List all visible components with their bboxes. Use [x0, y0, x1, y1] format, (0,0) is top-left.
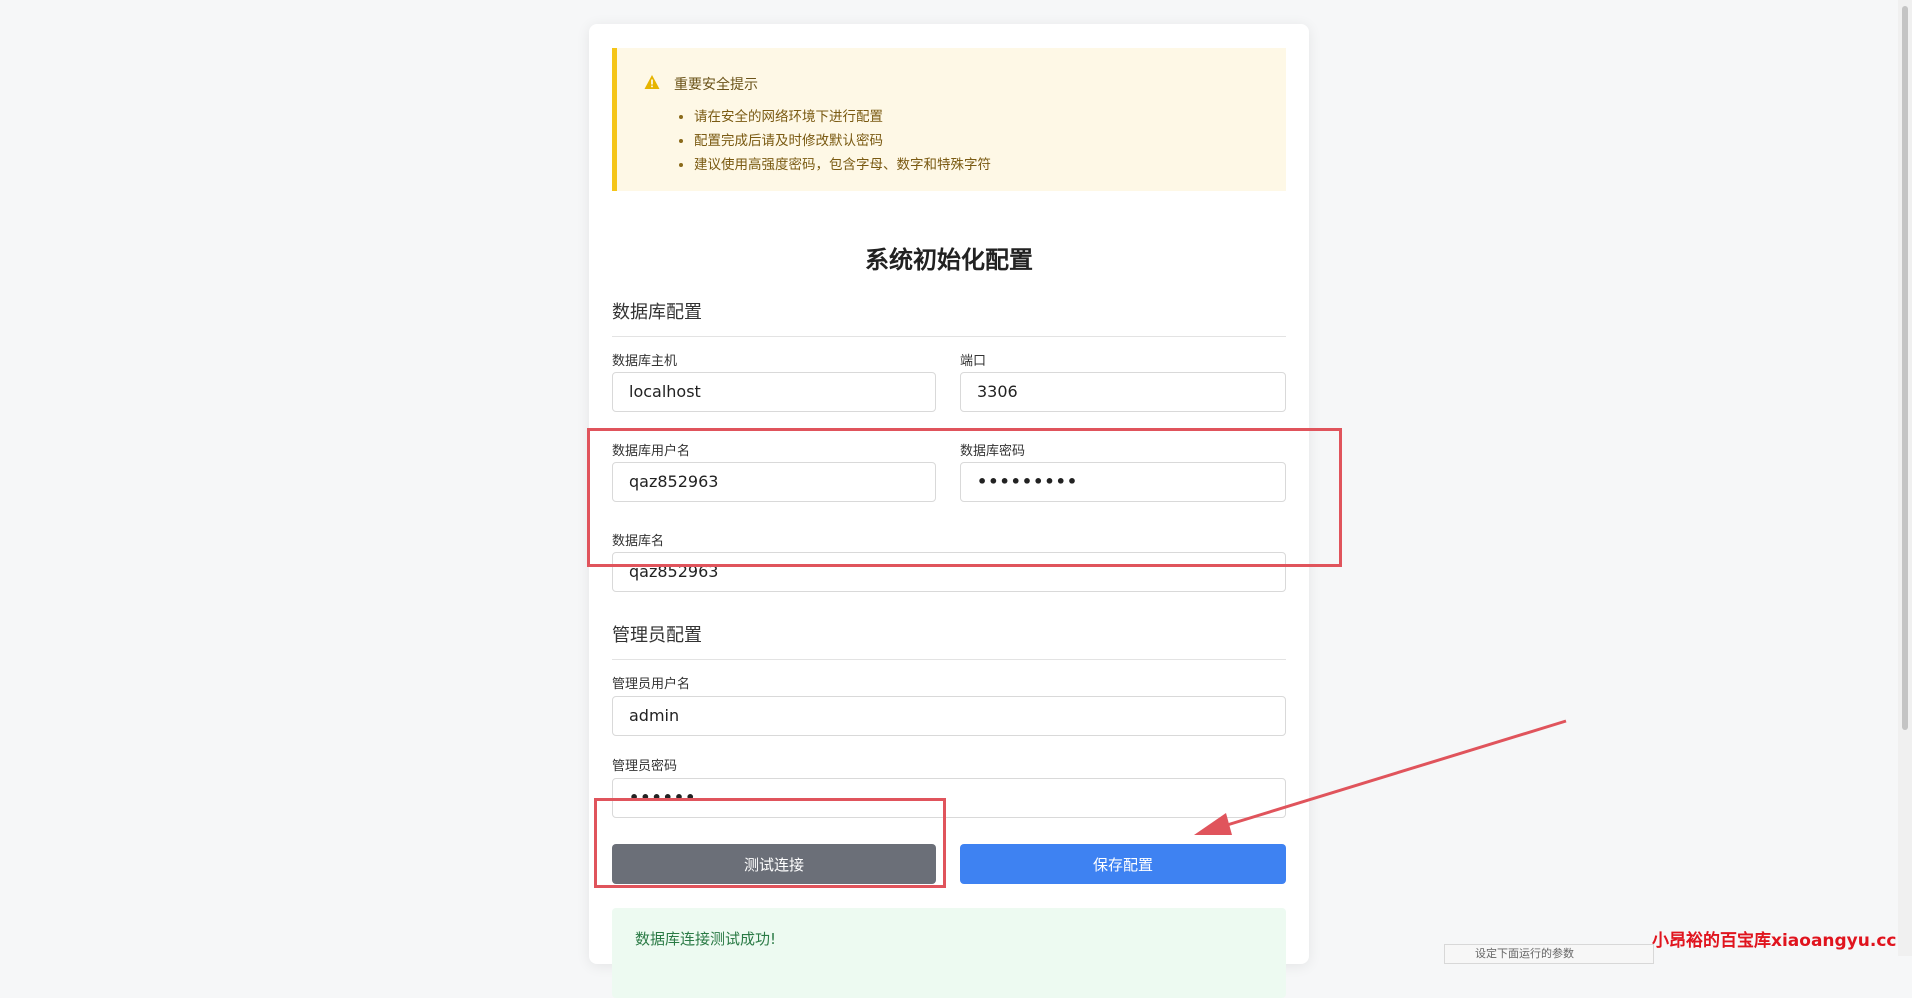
page-title: 系统初始化配置 [865, 246, 1033, 274]
admin-section-title: 管理员配置 [612, 621, 1286, 660]
db-port-label: 端口 [960, 354, 987, 369]
alert-item: 建议使用高强度密码，包含字母、数字和特殊字符 [694, 153, 991, 177]
alert-list: 请在安全的网络环境下进行配置 配置完成后请及时修改默认密码 建议使用高强度密码，… [674, 105, 991, 177]
alert-item: 配置完成后请及时修改默认密码 [694, 129, 991, 153]
annotation-arrow [1194, 719, 1567, 835]
annotation-box-test-button [594, 798, 946, 888]
alert-title: 重要安全提示 [674, 77, 758, 93]
admin-password-label: 管理员密码 [612, 759, 678, 774]
db-port-input[interactable]: 3306 [960, 372, 1286, 412]
alert-item: 请在安全的网络环境下进行配置 [694, 105, 991, 129]
annotation-box-db-credentials [587, 428, 1342, 567]
admin-username-label: 管理员用户名 [612, 677, 691, 692]
warning-icon [644, 75, 660, 89]
save-config-button[interactable]: 保存配置 [960, 844, 1286, 884]
db-host-input[interactable]: localhost [612, 372, 936, 412]
scrollbar-thumb[interactable] [1902, 6, 1908, 730]
tooltip: 设定下面运行的参数 [1444, 944, 1654, 964]
db-host-label: 数据库主机 [612, 354, 678, 369]
watermark: 小昂裕的百宝库xiaoangyu.cc [1652, 931, 1897, 951]
success-message: 数据库连接测试成功! [635, 930, 777, 948]
scrollbar[interactable] [1898, 0, 1912, 956]
success-alert: 数据库连接测试成功! [612, 908, 1286, 998]
database-section-title: 数据库配置 [612, 298, 1286, 337]
security-alert: 重要安全提示 请在安全的网络环境下进行配置 配置完成后请及时修改默认密码 建议使… [612, 48, 1286, 191]
